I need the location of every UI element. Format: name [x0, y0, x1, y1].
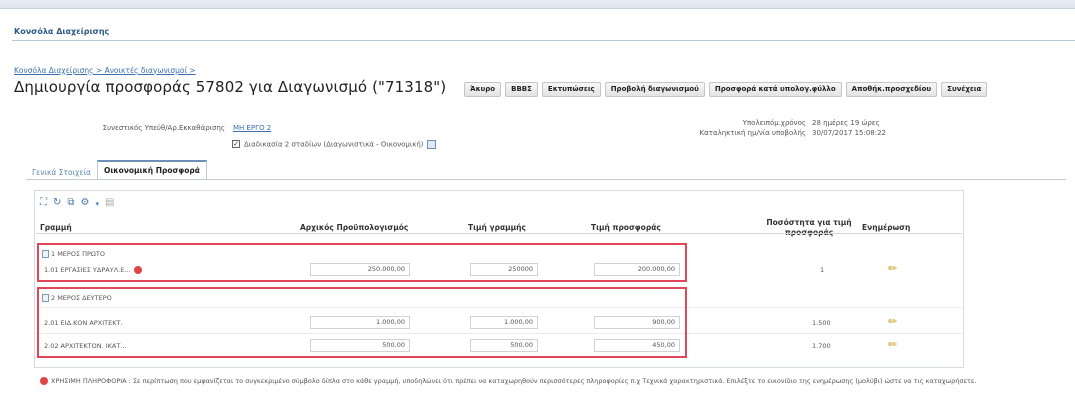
- header-divider: [36, 233, 962, 234]
- alert-icon: [40, 377, 48, 385]
- header-update: Ενημέρωση: [862, 223, 911, 232]
- deadline-label: Καταληκτική ημ/νία υποβολής: [699, 129, 806, 137]
- header-percent: Ποσόστητα για τιμή προσφοράς: [766, 218, 852, 237]
- header-initial-budget: Αρχικός Προϋπολογισμός: [300, 223, 409, 232]
- export-icon[interactable]: ⧉: [67, 197, 74, 211]
- header-offer-price: Τιμή προσφοράς: [591, 223, 661, 232]
- edit-pencil-icon[interactable]: ✏: [888, 338, 897, 351]
- two-stage-checkbox[interactable]: ✓: [232, 140, 240, 148]
- view-tender-button[interactable]: Προβολή διαγωνισμού: [604, 82, 705, 97]
- deadline-value: 30/07/2017 15:08:22: [812, 129, 887, 137]
- settings-icon[interactable]: ⚙: [81, 197, 90, 211]
- chevron-down-icon[interactable]: ▾: [96, 197, 100, 211]
- spreadsheet-offer-button[interactable]: Προσφορά κατά υπολογ.φύλλο: [708, 82, 842, 97]
- edit-pencil-icon[interactable]: ✏: [888, 315, 897, 328]
- edit-pencil-icon[interactable]: ✏: [888, 262, 897, 275]
- info-note-text: ΧΡΗΣΙΜΗ ΠΛΗΡΟΦΟΡΙΑ : Σε περίπτωση που εμ…: [51, 377, 977, 385]
- contact-label: Συνεστικός Υπεύθ/Αρ.Εκκαθάρισης: [102, 124, 225, 132]
- view-icon[interactable]: ▤: [105, 197, 114, 211]
- breadcrumb[interactable]: Κονσόλα Διαχείρισης > Ανοικτές διαγωνισμ…: [14, 66, 196, 75]
- panel-divider: [12, 40, 1075, 41]
- contact-link[interactable]: ΜΗ ΕΡΓΟ 2: [233, 124, 271, 132]
- info-note: ΧΡΗΣΙΜΗ ΠΛΗΡΟΦΟΡΙΑ : Σε περίπτωση που εμ…: [40, 377, 1060, 386]
- row-2-01-qty: 1.500: [812, 319, 831, 327]
- table-toolbar: ⛶ ↻ ⧉ ⚙ ▾ ▤: [40, 197, 114, 211]
- tab-bar: Γενικά Στοιχεία Οικονομική Προσφορά: [26, 160, 207, 181]
- two-stage-label: Διαδικασία 2 σταδίων (Διαγωνιστικά - Οικ…: [244, 140, 424, 149]
- info-icon[interactable]: [426, 140, 436, 149]
- header-line: Γραμμή: [40, 223, 72, 232]
- tab-divider: [26, 179, 1066, 180]
- row-1-01-qty: 1: [820, 266, 825, 274]
- save-draft-button[interactable]: Αποθήκ.προσχεδίου: [845, 82, 938, 97]
- expand-icon[interactable]: ⛶: [40, 197, 47, 211]
- tab-financial-offer[interactable]: Οικονομική Προσφορά: [96, 160, 207, 181]
- remaining-time-value: 28 ημέρες 19 ώρες: [812, 119, 880, 127]
- highlight-group-1: [37, 243, 687, 282]
- remaining-time-label: Υπολειπόμ.χρόνος: [742, 119, 806, 127]
- bbbs-button[interactable]: ΒΒΒΣ: [505, 82, 538, 97]
- action-toolbar: Άκυρο ΒΒΒΣ Εκτυπώσεις Προβολή διαγωνισμο…: [464, 82, 988, 97]
- top-bar: [0, 0, 1075, 9]
- refresh-icon[interactable]: ↻: [53, 197, 61, 211]
- panel-title: Κονσόλα Διαχείρισης: [14, 27, 110, 36]
- page-title: Δημιουργία προσφοράς 57802 για Διαγωνισμ…: [14, 78, 447, 96]
- row-2-02-qty: 1.700: [812, 342, 831, 350]
- continue-button[interactable]: Συνέχεια: [941, 82, 988, 97]
- print-button[interactable]: Εκτυπώσεις: [541, 82, 601, 97]
- highlight-group-2: [37, 287, 687, 358]
- cancel-button[interactable]: Άκυρο: [464, 82, 502, 97]
- two-stage-row: Διαδικασία 2 σταδίων (Διαγωνιστικά - Οικ…: [244, 140, 436, 149]
- header-line-price: Τιμή γραμμής: [468, 223, 526, 232]
